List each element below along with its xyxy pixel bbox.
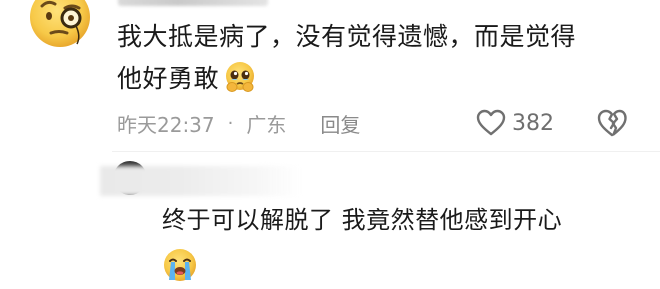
like-button[interactable]: 382 xyxy=(476,106,554,140)
comment-location: 广东 xyxy=(246,112,287,137)
loudly-crying-face-emoji-icon xyxy=(164,249,196,281)
like-count: 382 xyxy=(512,110,554,136)
username-blurred xyxy=(118,0,268,6)
reply-username-blurred xyxy=(100,166,300,196)
reply-text: 终于可以解脱了 我竟然替他感到开心 xyxy=(162,206,563,234)
comment-section: 我大抵是病了，没有觉得遗憾，而是觉得 他好勇敢 昨天22:37 · 广东 回复 … xyxy=(0,0,660,289)
pleading-face-holding-back-tears-emoji-icon xyxy=(226,62,255,92)
comment-text-line2: 他好勇敢 xyxy=(117,56,637,102)
broken-heart-icon[interactable] xyxy=(596,107,628,139)
reply-button[interactable]: 回复 xyxy=(320,109,360,138)
comment-meta: 昨天22:37 · 广东 回复 xyxy=(117,106,360,140)
divider xyxy=(112,151,660,152)
heart-outline-icon xyxy=(476,109,506,136)
comment-text-line2-text: 他好勇敢 xyxy=(117,64,220,93)
comment-time: 昨天22:37 xyxy=(117,112,215,137)
meta-separator: · xyxy=(227,112,234,134)
comment-text-line1: 我大抵是病了，没有觉得遗憾，而是觉得 xyxy=(117,22,577,51)
face-with-monocle-avatar-icon[interactable] xyxy=(29,0,91,48)
